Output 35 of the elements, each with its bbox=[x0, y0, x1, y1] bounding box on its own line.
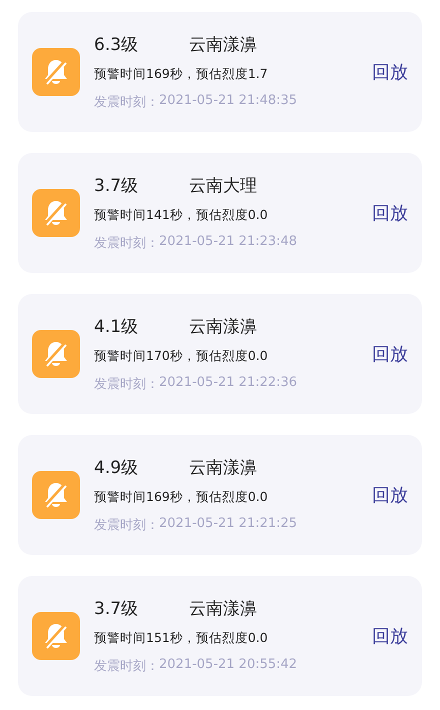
replay-button[interactable]: 回放 bbox=[372, 624, 408, 648]
magnitude: 4.1级 bbox=[94, 316, 140, 338]
time-label: 发震时刻： bbox=[94, 376, 159, 393]
quake-time: 2021-05-21 21:21:25 bbox=[159, 516, 298, 533]
time-label: 发震时刻： bbox=[94, 517, 159, 534]
replay-button[interactable]: 回放 bbox=[372, 483, 408, 507]
muted-bell-icon bbox=[32, 612, 80, 660]
replay-button[interactable]: 回放 bbox=[372, 342, 408, 366]
magnitude: 3.7级 bbox=[94, 175, 140, 197]
location: 云南大理 bbox=[189, 175, 257, 197]
warning-info: 预警时间169秒，预估烈度0.0 bbox=[94, 489, 269, 506]
muted-bell-icon bbox=[32, 189, 80, 237]
replay-button[interactable]: 回放 bbox=[372, 60, 408, 84]
location: 云南漾濞 bbox=[189, 316, 257, 338]
location: 云南漾濞 bbox=[189, 598, 257, 620]
quake-time: 2021-05-21 21:22:36 bbox=[159, 375, 298, 392]
time-label: 发震时刻： bbox=[94, 658, 159, 675]
warning-info: 预警时间169秒，预估烈度1.7 bbox=[94, 66, 269, 83]
location: 云南漾濞 bbox=[189, 34, 257, 56]
magnitude: 3.7级 bbox=[94, 598, 140, 620]
quake-time: 2021-05-21 21:48:35 bbox=[159, 93, 298, 110]
muted-bell-icon bbox=[32, 48, 80, 96]
warning-info: 预警时间151秒，预估烈度0.0 bbox=[94, 630, 269, 647]
muted-bell-icon bbox=[32, 330, 80, 378]
magnitude: 4.9级 bbox=[94, 457, 140, 479]
location: 云南漾濞 bbox=[189, 457, 257, 479]
warning-info: 预警时间141秒，预估烈度0.0 bbox=[94, 207, 269, 224]
time-label: 发震时刻： bbox=[94, 94, 159, 111]
time-label: 发震时刻： bbox=[94, 235, 159, 252]
quake-time: 2021-05-21 21:23:48 bbox=[159, 234, 298, 251]
muted-bell-icon bbox=[32, 471, 80, 519]
warning-info: 预警时间170秒，预估烈度0.0 bbox=[94, 348, 269, 365]
quake-time: 2021-05-21 20:55:42 bbox=[159, 657, 298, 674]
replay-button[interactable]: 回放 bbox=[372, 201, 408, 225]
magnitude: 6.3级 bbox=[94, 34, 140, 56]
